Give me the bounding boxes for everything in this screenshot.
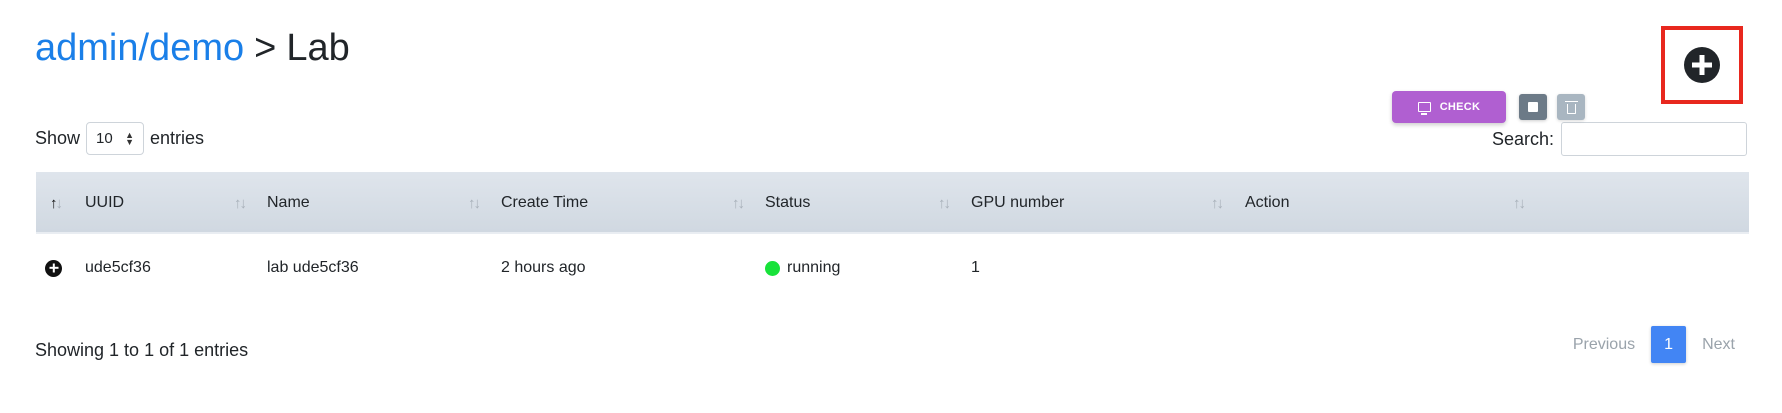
status-running-icon — [765, 260, 780, 276]
length-selected-value: 10 — [96, 130, 113, 147]
breadcrumb: admin/demo > Lab — [35, 24, 350, 72]
breadcrumb-link-admin-demo[interactable]: admin/demo — [35, 27, 244, 69]
entries-length-select[interactable]: 10 ▲ ▼ — [86, 122, 145, 155]
plus-circle-icon[interactable] — [1684, 47, 1720, 83]
search-input[interactable] — [1561, 122, 1747, 156]
entries-length-control: Show 10 ▲ ▼ entries — [35, 122, 204, 155]
column-header-status[interactable]: Status — [765, 172, 810, 234]
length-suffix-label: entries — [150, 128, 205, 148]
stop-button[interactable] — [1519, 94, 1547, 120]
status-cell: running — [765, 236, 840, 300]
check-button-label: CHECK — [1439, 101, 1481, 113]
search-control: Search: — [1492, 122, 1747, 156]
breadcrumb-separator: > — [254, 27, 277, 69]
delete-button[interactable] — [1557, 94, 1585, 120]
check-button[interactable]: CHECK — [1392, 91, 1506, 123]
row-expand-cell — [45, 236, 62, 300]
uuid-sort-icon[interactable]: ↑ ↓ — [234, 172, 247, 234]
search-label: Search: — [1491, 128, 1554, 149]
column-header-uuid[interactable]: UUID — [85, 172, 124, 234]
create-time-cell: 2 hours ago — [501, 259, 586, 276]
pagination: Previous 1 Next — [1561, 326, 1747, 363]
column-header-action[interactable]: Action — [1245, 172, 1289, 234]
trash-icon — [1564, 100, 1578, 114]
gpu-number-sort-icon[interactable]: ↑ ↓ — [1211, 172, 1224, 234]
expand-column-sort-icon[interactable]: ↑ ↓ — [50, 172, 63, 234]
name-sort-icon[interactable]: ↑ ↓ — [468, 172, 481, 234]
column-header-gpu-number[interactable]: GPU number — [971, 172, 1064, 234]
table-info: Showing 1 to 1 of 1 entries — [35, 340, 249, 360]
table-row: ude5cf36 lab ude5cf36 2 hours ago runnin… — [36, 236, 1749, 300]
name-cell: lab ude5cf36 — [267, 259, 359, 276]
status-sort-icon[interactable]: ↑ ↓ — [938, 172, 951, 234]
add-button-highlight — [1661, 26, 1743, 104]
pagination-previous[interactable]: Previous — [1561, 336, 1647, 354]
length-prefix-label: Show — [35, 128, 81, 148]
action-sort-icon[interactable]: ↑ ↓ — [1513, 172, 1526, 234]
breadcrumb-current: Lab — [286, 27, 350, 69]
uuid-cell: ude5cf36 — [85, 259, 151, 276]
expand-row-icon[interactable] — [45, 259, 62, 277]
pagination-next[interactable]: Next — [1690, 336, 1747, 354]
stop-icon — [1528, 102, 1538, 112]
gpu-number-cell: 1 — [971, 259, 980, 276]
table-header-row: ↑ ↓ UUID ↑ ↓ Name ↑ ↓ Create Time ↑ ↓ Status… — [36, 172, 1749, 234]
create-time-sort-icon[interactable]: ↑ ↓ — [732, 172, 745, 234]
monitor-icon — [1417, 102, 1431, 115]
pagination-page-1[interactable]: 1 — [1651, 326, 1687, 363]
labs-table: ↑ ↓ UUID ↑ ↓ Name ↑ ↓ Create Time ↑ ↓ Status… — [36, 172, 1749, 277]
column-header-create-time[interactable]: Create Time — [501, 172, 588, 234]
column-header-name[interactable]: Name — [267, 172, 310, 234]
lab-page: admin/demo > Lab Show 10 ▲ ▼ entries Search… — [0, 0, 1782, 413]
status-text: running — [787, 259, 841, 276]
select-arrows-icon: ▲ ▼ — [125, 129, 135, 147]
